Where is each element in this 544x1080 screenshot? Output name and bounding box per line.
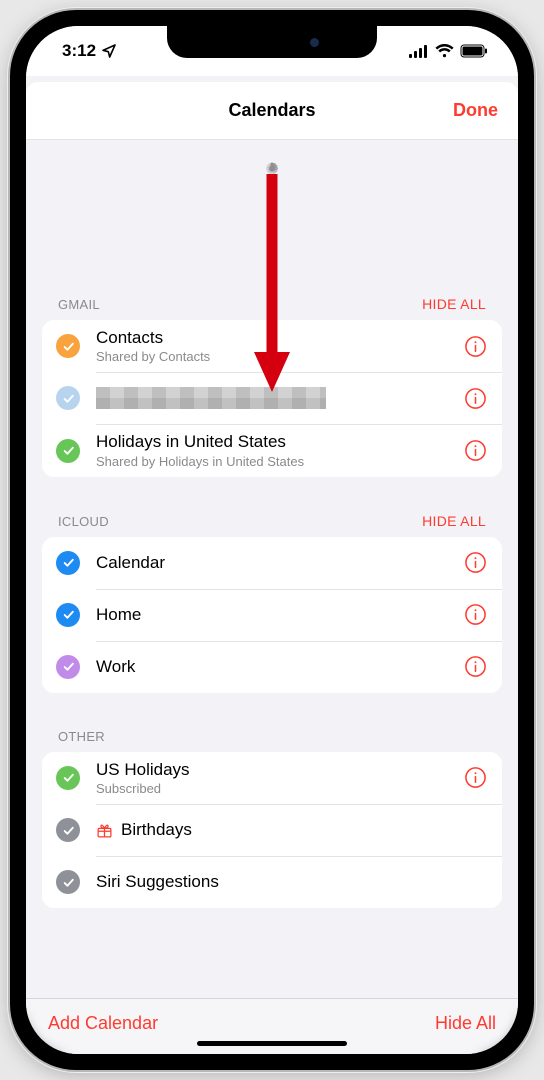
- row-title: Birthdays: [121, 820, 192, 840]
- row-title: Siri Suggestions: [96, 872, 488, 892]
- row-subtitle: Shared by Contacts: [96, 349, 463, 364]
- calendar-row-us-holidays[interactable]: US Holidays Subscribed: [42, 752, 502, 804]
- info-button[interactable]: [463, 765, 488, 790]
- row-title: Home: [96, 605, 463, 625]
- redacted-text: [96, 387, 326, 409]
- section-label: OTHER: [58, 729, 105, 744]
- row-subtitle: Shared by Holidays in United States: [96, 454, 463, 469]
- group-other: US Holidays Subscribed Birthdays: [42, 752, 502, 908]
- info-button[interactable]: [463, 654, 488, 679]
- checkmark-icon[interactable]: [56, 818, 80, 842]
- checkmark-icon[interactable]: [56, 334, 80, 358]
- done-button[interactable]: Done: [453, 82, 498, 139]
- checkmark-icon[interactable]: [56, 870, 80, 894]
- hide-all-gmail[interactable]: HIDE ALL: [422, 296, 486, 312]
- row-subtitle: Subscribed: [96, 781, 463, 796]
- add-calendar-button[interactable]: Add Calendar: [48, 1013, 158, 1034]
- section-header-gmail: GMAIL HIDE ALL: [42, 260, 502, 320]
- checkmark-icon[interactable]: [56, 766, 80, 790]
- cellular-icon: [409, 45, 429, 58]
- calendar-row-contacts[interactable]: Contacts Shared by Contacts: [42, 320, 502, 372]
- row-title: Holidays in United States: [96, 432, 463, 452]
- hide-all-button[interactable]: Hide All: [435, 1013, 496, 1034]
- checkmark-icon[interactable]: [56, 655, 80, 679]
- section-label: ICLOUD: [58, 514, 109, 529]
- info-button[interactable]: [463, 550, 488, 575]
- row-title: Contacts: [96, 328, 463, 348]
- info-button[interactable]: [463, 602, 488, 627]
- screen: 3:12 Calendars Done: [26, 26, 518, 1054]
- group-gmail: Contacts Shared by Contacts: [42, 320, 502, 477]
- calendar-row-redacted[interactable]: [42, 372, 502, 424]
- checkmark-icon[interactable]: [56, 439, 80, 463]
- calendar-row-calendar[interactable]: Calendar: [42, 537, 502, 589]
- info-button[interactable]: [463, 386, 488, 411]
- checkmark-icon[interactable]: [56, 386, 80, 410]
- checkmark-icon[interactable]: [56, 551, 80, 575]
- phone-frame: 3:12 Calendars Done: [10, 10, 534, 1070]
- notch: [167, 26, 377, 58]
- section-header-icloud: ICLOUD HIDE ALL: [42, 477, 502, 537]
- battery-icon: [460, 44, 488, 58]
- calendar-row-siri[interactable]: Siri Suggestions: [42, 856, 502, 908]
- section-label: GMAIL: [58, 297, 100, 312]
- home-indicator[interactable]: [197, 1041, 347, 1046]
- calendar-row-birthdays[interactable]: Birthdays: [42, 804, 502, 856]
- row-title: US Holidays: [96, 760, 463, 780]
- hide-all-icloud[interactable]: HIDE ALL: [422, 513, 486, 529]
- group-icloud: Calendar Home Work: [42, 537, 502, 693]
- spinner-icon: [257, 162, 287, 192]
- pull-to-refresh: [42, 140, 502, 260]
- calendar-list[interactable]: GMAIL HIDE ALL Contacts Shared by Contac…: [26, 140, 518, 998]
- location-icon: [101, 43, 117, 59]
- calendar-row-home[interactable]: Home: [42, 589, 502, 641]
- row-title: Calendar: [96, 553, 463, 573]
- calendar-row-work[interactable]: Work: [42, 641, 502, 693]
- info-button[interactable]: [463, 334, 488, 359]
- sheet-header: Calendars Done: [26, 82, 518, 140]
- section-header-other: OTHER: [42, 693, 502, 752]
- checkmark-icon[interactable]: [56, 603, 80, 627]
- row-title: Work: [96, 657, 463, 677]
- calendar-row-holidays-us[interactable]: Holidays in United States Shared by Holi…: [42, 424, 502, 476]
- page-title: Calendars: [228, 100, 315, 121]
- wifi-icon: [435, 44, 454, 58]
- status-time: 3:12: [62, 41, 96, 61]
- info-button[interactable]: [463, 438, 488, 463]
- gift-icon: [96, 822, 113, 839]
